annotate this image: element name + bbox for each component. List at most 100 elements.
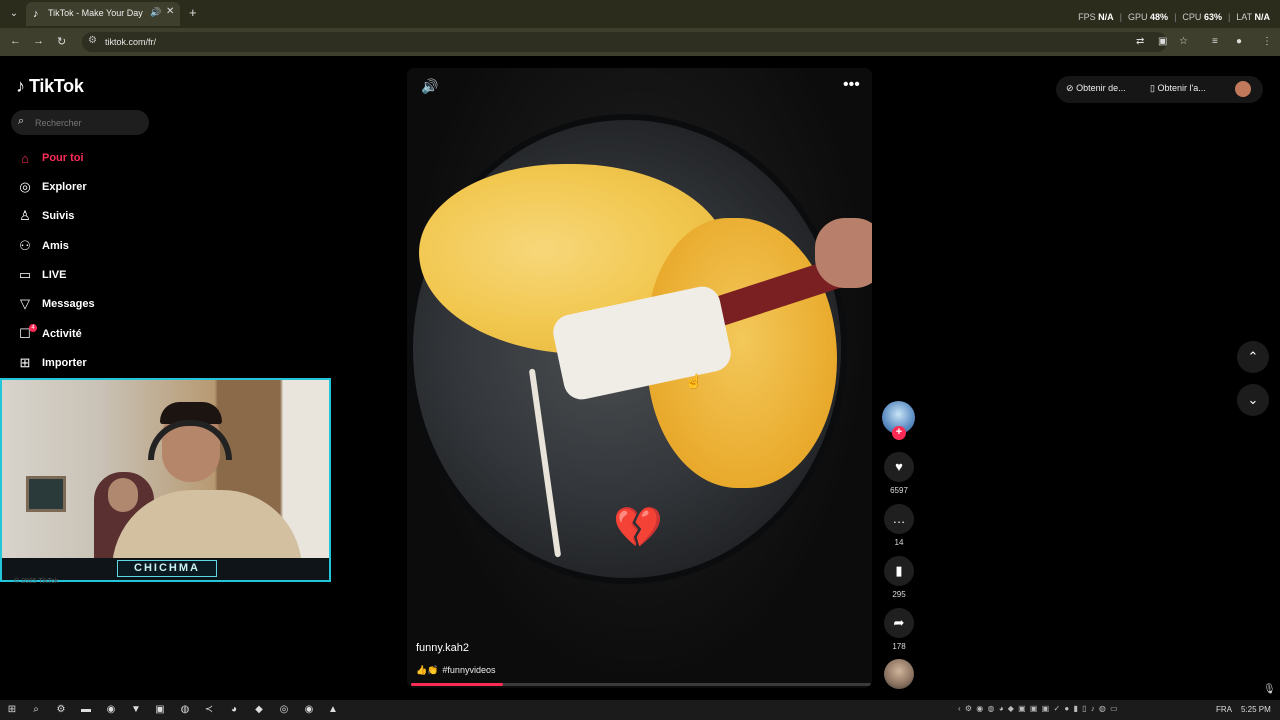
copyright-text: © 2025 TikTok bbox=[14, 578, 59, 585]
reload-icon[interactable]: ↻ bbox=[57, 35, 66, 48]
comment-icon[interactable]: … bbox=[884, 504, 914, 534]
broken-heart-icon: 💔 bbox=[613, 506, 663, 550]
activity-badge: 4 bbox=[29, 324, 37, 332]
upload-icon: ⊞ bbox=[19, 355, 31, 370]
save-count: 295 bbox=[892, 590, 906, 599]
more-options-icon[interactable]: ••• bbox=[843, 76, 860, 94]
brave-icon[interactable]: ▼ bbox=[128, 702, 144, 718]
sidebar-item-suivis[interactable]: ♙ Suivis bbox=[16, 205, 74, 227]
like-button[interactable]: ♥ 6597 bbox=[883, 452, 915, 495]
get-app-button[interactable]: ▯ Obtenir l'a... bbox=[1150, 83, 1206, 94]
comment-count: 14 bbox=[894, 538, 904, 547]
file-explorer-icon[interactable]: ▬ bbox=[78, 702, 94, 718]
cpu-label: CPU bbox=[1182, 12, 1202, 22]
install-app-icon[interactable]: ▣ bbox=[1158, 36, 1167, 47]
browser-tab[interactable]: ♪ TikTok - Make Your Day 🔊 ✕ bbox=[26, 2, 180, 26]
like-count: 6597 bbox=[890, 486, 908, 495]
previous-video-chevron-up-icon[interactable]: ⌃ bbox=[1237, 341, 1269, 373]
fps-value: N/A bbox=[1098, 12, 1114, 22]
chrome-icon[interactable]: ◉ bbox=[103, 702, 119, 718]
search-input[interactable] bbox=[35, 114, 143, 131]
phone-icon: ▯ bbox=[1150, 83, 1155, 93]
wall-picture bbox=[26, 476, 66, 512]
video-progress-fill bbox=[411, 683, 503, 686]
description-emoji: 👍👏 bbox=[416, 665, 439, 675]
mouse-cursor-icon: ☝ bbox=[685, 373, 703, 389]
app-icon[interactable]: ▲ bbox=[325, 702, 341, 718]
music-disc-icon[interactable] bbox=[884, 659, 914, 689]
get-coins-button[interactable]: ⊘ Obtenir de... bbox=[1066, 83, 1126, 94]
search-icon[interactable]: ⌕ bbox=[28, 702, 44, 718]
gpu-value: 48% bbox=[1150, 12, 1169, 22]
get-app-label: Obtenir l'a... bbox=[1157, 83, 1206, 93]
tab-audio-icon[interactable]: 🔊 bbox=[150, 7, 161, 18]
sidebar-item-messages[interactable]: ▽ Messages bbox=[16, 293, 95, 315]
sidebar-item-live[interactable]: ▭ LIVE bbox=[16, 264, 67, 286]
bookmark-icon[interactable]: ▮ bbox=[884, 556, 914, 586]
share-arrow-icon[interactable]: ➦ bbox=[884, 608, 914, 638]
video-progress-bar[interactable] bbox=[411, 683, 871, 686]
comment-button[interactable]: … 14 bbox=[883, 504, 915, 547]
next-video-chevron-down-icon[interactable]: ⌄ bbox=[1237, 384, 1269, 416]
windows-start-icon[interactable]: ⊞ bbox=[4, 702, 20, 718]
volume-icon[interactable]: 🔊 bbox=[421, 78, 438, 95]
sidebar-item-importer[interactable]: ⊞ Importer bbox=[16, 352, 87, 374]
coin-icon: ⊘ bbox=[1066, 83, 1074, 93]
sidebar-item-explorer[interactable]: ◎ Explorer bbox=[16, 176, 86, 198]
get-coins-label: Obtenir de... bbox=[1076, 83, 1126, 93]
lat-value: N/A bbox=[1254, 12, 1271, 22]
heart-icon[interactable]: ♥ bbox=[884, 452, 914, 482]
browser-menu-icon[interactable]: ⋮ bbox=[1262, 36, 1272, 47]
capcut-icon[interactable]: ≺ bbox=[201, 702, 217, 718]
new-tab-button[interactable]: + bbox=[189, 5, 197, 20]
share-count: 178 bbox=[892, 642, 906, 651]
language-indicator[interactable]: FRA bbox=[1216, 705, 1232, 714]
bookmark-star-icon[interactable]: ☆ bbox=[1179, 36, 1188, 47]
cpu-value: 63% bbox=[1203, 12, 1222, 22]
browser-toolbar: ← → ↻ ⚙ tiktok.com/fr/ ⇄ ▣ ☆ ≡ ● ⋮ bbox=[0, 28, 1280, 56]
clock[interactable]: 5:25 PM bbox=[1241, 705, 1271, 714]
address-bar[interactable]: ⚙ tiktok.com/fr/ bbox=[82, 32, 1167, 52]
tab-title: TikTok - Make Your Day bbox=[48, 8, 143, 18]
obs-icon[interactable]: ◎ bbox=[276, 702, 292, 718]
sidebar-item-pour-toi[interactable]: ⌂ Pour toi bbox=[16, 147, 84, 169]
search-icon[interactable]: ⌕ bbox=[18, 115, 24, 128]
home-icon: ⌂ bbox=[21, 150, 29, 166]
translate-icon[interactable]: ⇄ bbox=[1136, 36, 1144, 47]
save-button[interactable]: ▮ 295 bbox=[883, 556, 915, 599]
profile-avatar[interactable] bbox=[1235, 81, 1251, 97]
tab-close-icon[interactable]: ✕ bbox=[166, 6, 174, 17]
app-icon[interactable]: ▣ bbox=[152, 702, 168, 718]
site-info-icon[interactable]: ⚙ bbox=[88, 35, 97, 46]
chrome-icon[interactable]: ◉ bbox=[301, 702, 317, 718]
discord-icon[interactable]: ◍ bbox=[177, 702, 193, 718]
sidebar-item-label: Activité bbox=[42, 328, 82, 340]
back-arrow-icon[interactable]: ← bbox=[10, 35, 21, 47]
tiktok-favicon-icon: ♪ bbox=[33, 8, 39, 20]
forward-arrow-icon[interactable]: → bbox=[33, 35, 44, 47]
streamer-name-label: CHICHMA bbox=[117, 560, 217, 577]
sidebar-item-activite[interactable]: ☐ 4 Activité bbox=[16, 323, 82, 345]
url-text[interactable]: tiktok.com/fr/ bbox=[105, 37, 156, 47]
video-author[interactable]: funny.kah2 bbox=[416, 642, 469, 654]
profile-icon[interactable]: ● bbox=[1236, 36, 1242, 47]
follow-plus-icon[interactable]: + bbox=[892, 426, 906, 440]
share-button[interactable]: ➦ 178 bbox=[883, 608, 915, 651]
tiktok-logo[interactable]: ♪ TikTok bbox=[16, 76, 84, 97]
sidebar-item-amis[interactable]: ⚇ Amis bbox=[16, 235, 69, 257]
app-icon[interactable]: ◆ bbox=[251, 702, 267, 718]
media-controls-icon[interactable]: ≡ bbox=[1212, 36, 1218, 47]
settings-gear-icon[interactable]: ⚙ bbox=[53, 702, 69, 718]
live-icon: ▭ bbox=[18, 267, 32, 282]
hashtag-link[interactable]: #funnyvideos bbox=[442, 665, 495, 676]
creator-avatar[interactable]: + bbox=[882, 401, 915, 440]
tab-search-chevron-icon[interactable]: ⌄ bbox=[6, 6, 22, 22]
sidebar-item-label: Messages bbox=[42, 298, 95, 310]
video-player[interactable]: 💔 🔊 ••• funny.kah2 👍👏 #funnyvideos ☝ bbox=[407, 68, 872, 688]
search-box[interactable]: ⌕ bbox=[11, 110, 149, 135]
sidebar-item-label: Amis bbox=[42, 240, 69, 252]
microphone-icon: 🎙 bbox=[1263, 684, 1276, 695]
tiktok-page: ♪ TikTok ⌕ ⌂ Pour toi ◎ Explorer ♙ Suivi… bbox=[0, 56, 1280, 700]
spotify-icon[interactable]: ◕ bbox=[226, 702, 242, 718]
system-tray-icons[interactable]: ‹ ⚙ ◉ ◍ ◕ ◆ ▣ ▣ ▣ ✓ ● ▮ ▯ ♪ ◍ ▭ bbox=[958, 704, 1119, 713]
